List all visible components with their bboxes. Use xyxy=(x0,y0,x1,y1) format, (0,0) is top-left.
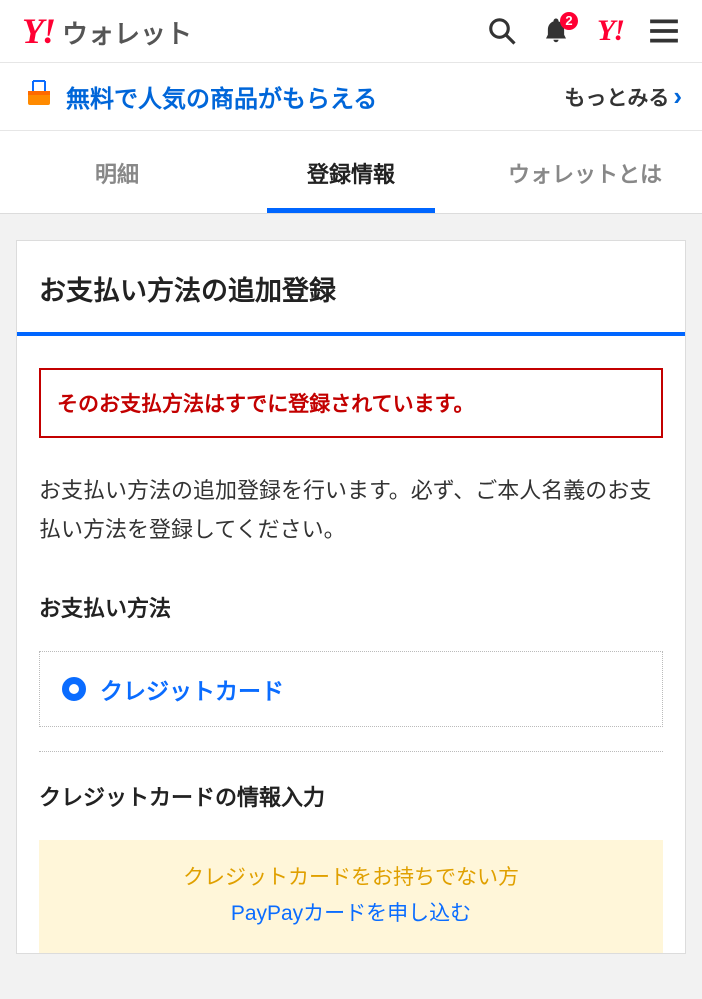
search-icon xyxy=(487,16,517,46)
radio-selected-icon xyxy=(62,677,86,701)
card-body: そのお支払方法はすでに登録されています。 お支払い方法の追加登録を行います。必ず… xyxy=(17,336,685,953)
promo-text: 無料で人気の商品がもらえる xyxy=(66,79,564,114)
app-logo[interactable]: Y! ウォレット xyxy=(22,10,192,52)
cc-info-label: クレジットカードの情報入力 xyxy=(39,780,663,812)
logo-text: ウォレット xyxy=(62,14,192,51)
cc-promo-box: クレジットカードをお持ちでない方 PayPayカードを申し込む xyxy=(39,840,663,953)
error-message: そのお支払方法はすでに登録されています。 xyxy=(39,368,663,438)
promo-bar[interactable]: 無料で人気の商品がもらえる もっとみる › xyxy=(0,63,702,131)
divider xyxy=(39,751,663,752)
promo-more-link[interactable]: もっとみる › xyxy=(564,81,682,112)
tab-registration[interactable]: 登録情報 xyxy=(234,131,468,213)
payment-option-label: クレジットカード xyxy=(100,672,284,706)
app-header: Y! ウォレット 2 Y! xyxy=(0,0,702,63)
chevron-right-icon: › xyxy=(673,81,682,112)
notifications-button[interactable]: 2 xyxy=(536,16,576,46)
cart-icon xyxy=(20,79,54,114)
logo-mark: Y! xyxy=(22,10,54,52)
tab-details[interactable]: 明細 xyxy=(0,131,234,213)
menu-button[interactable] xyxy=(644,18,684,44)
hamburger-icon xyxy=(648,18,680,44)
brand-small-icon: Y! xyxy=(597,14,623,48)
tab-about[interactable]: ウォレットとは xyxy=(468,131,702,213)
payment-method-label: お支払い方法 xyxy=(39,591,663,623)
notification-badge: 2 xyxy=(560,12,578,30)
intro-text: お支払い方法の追加登録を行います。必ず、ご本人名義のお支払い方法を登録してくださ… xyxy=(39,472,663,549)
tab-bar: 明細 登録情報 ウォレットとは xyxy=(0,131,702,214)
cc-promo-line1: クレジットカードをお持ちでない方 xyxy=(55,860,647,896)
brand-link[interactable]: Y! xyxy=(590,14,630,48)
page-title: お支払い方法の追加登録 xyxy=(17,241,685,332)
payment-option-credit-card[interactable]: クレジットカード xyxy=(39,651,663,727)
promo-more-label: もっとみる xyxy=(564,82,669,112)
main-card: お支払い方法の追加登録 そのお支払方法はすでに登録されています。 お支払い方法の… xyxy=(16,240,686,954)
cc-apply-link[interactable]: PayPayカードを申し込む xyxy=(55,896,647,932)
search-button[interactable] xyxy=(482,16,522,46)
